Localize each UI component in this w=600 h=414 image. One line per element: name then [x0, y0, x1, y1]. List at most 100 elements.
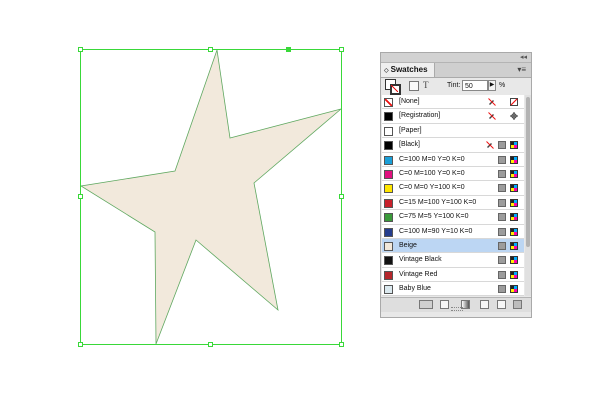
swatch-color-chip — [384, 227, 393, 237]
formatting-container-icon[interactable] — [409, 81, 419, 91]
swatches-panel: ◂◂ ◇ Swatches ▾≡ T Tint: 50 ▶ % [None] [Re… — [380, 52, 532, 318]
no-edit-icon — [488, 98, 496, 106]
swatch-name: [None] — [399, 98, 420, 105]
swatch-name: [Black] — [399, 141, 421, 149]
formatting-text-icon[interactable]: T — [423, 80, 429, 90]
selection-handle-bottom-left[interactable] — [78, 342, 83, 347]
panel-resize-grip[interactable] — [451, 307, 463, 311]
swatch-row[interactable]: [Registration] — [382, 109, 524, 124]
swatch-row[interactable]: Baby Blue — [382, 282, 524, 296]
tint-unit: % — [499, 82, 506, 89]
process-icon — [498, 241, 506, 250]
swatch-row[interactable]: [Black] — [382, 138, 524, 153]
swatch-row[interactable]: C=75 M=5 Y=100 K=0 — [382, 210, 524, 225]
panel-bottom-bar — [381, 297, 531, 312]
star-shape[interactable] — [79, 49, 342, 345]
cmyk-icon — [510, 213, 518, 222]
selection-handle-reference-point[interactable] — [286, 47, 291, 52]
swatch-color-chip — [384, 169, 393, 179]
swatch-row[interactable]: Vintage Red — [382, 268, 524, 283]
tab-toggle-icon[interactable]: ◇ — [384, 68, 389, 74]
swatch-row[interactable]: C=100 M=90 Y=10 K=0 — [382, 225, 524, 239]
none-indicator-icon — [391, 85, 398, 92]
new-swatch-icon[interactable] — [497, 300, 506, 309]
swatch-color-chip — [384, 285, 393, 295]
swatch-color-chip — [384, 270, 393, 280]
no-edit-icon — [488, 112, 496, 121]
swatch-color-chip — [384, 112, 393, 122]
swatch-color-chip — [384, 198, 393, 208]
process-icon — [498, 198, 506, 207]
tint-input[interactable]: 50 — [462, 80, 488, 91]
swatch-color-chip — [384, 141, 393, 151]
scrollbar-thumb[interactable] — [526, 97, 530, 247]
cmyk-icon — [510, 184, 518, 193]
process-icon — [498, 141, 506, 150]
swatch-row[interactable]: C=15 M=100 Y=100 K=0 — [382, 196, 524, 211]
swatch-row[interactable]: [None] — [382, 95, 524, 110]
tab-swatches[interactable]: ◇ Swatches — [381, 63, 435, 77]
show-color-swatches-icon[interactable] — [440, 300, 449, 309]
collapse-panel-icon[interactable]: ◂◂ — [520, 53, 527, 62]
swatch-row[interactable]: C=100 M=0 Y=0 K=0 — [382, 153, 524, 167]
fill-stroke-proxy[interactable] — [385, 79, 403, 95]
swatch-row[interactable]: Vintage Black — [382, 253, 524, 268]
process-icon — [498, 256, 506, 265]
swatch-name: C=100 M=90 Y=10 K=0 — [399, 227, 473, 235]
panel-menu-icon[interactable]: ▾≡ — [517, 64, 526, 76]
cmyk-icon — [510, 241, 518, 250]
swatch-list-scrollbar[interactable] — [525, 95, 531, 296]
cmyk-icon — [510, 270, 518, 279]
swatch-name: Beige — [399, 241, 417, 249]
tint-slider-arrow-icon[interactable]: ▶ — [488, 80, 496, 91]
tab-swatches-label: Swatches — [390, 65, 428, 74]
swatch-name: C=0 M=100 Y=0 K=0 — [399, 169, 465, 177]
cmyk-icon — [510, 285, 518, 294]
registration-icon — [510, 112, 518, 121]
tint-label: Tint: — [447, 82, 461, 89]
swatch-list[interactable]: [None] [Registration] [Paper] [Black] C=100 … — [382, 95, 524, 296]
selection-handle-top[interactable] — [208, 47, 213, 52]
swatch-name: C=75 M=5 Y=100 K=0 — [399, 213, 469, 221]
process-icon — [498, 213, 506, 222]
swatch-name: [Registration] — [399, 112, 441, 120]
swatch-color-chip — [384, 213, 393, 223]
swatch-row[interactable]: C=0 M=0 Y=100 K=0 — [382, 181, 524, 196]
swatch-color-chip — [384, 241, 393, 251]
swatch-name: [Paper] — [399, 126, 422, 134]
selection-handle-bottom-right[interactable] — [339, 342, 344, 347]
panel-tab-row: ◇ Swatches ▾≡ — [381, 63, 531, 78]
swatch-name: C=100 M=0 Y=0 K=0 — [399, 155, 465, 163]
process-icon — [498, 285, 506, 294]
selection-handle-top-left[interactable] — [78, 47, 83, 52]
swatch-name: Vintage Black — [399, 256, 442, 264]
selection-handle-right[interactable] — [339, 194, 344, 199]
cmyk-icon — [510, 227, 518, 236]
process-icon — [498, 270, 506, 279]
no-edit-icon — [486, 141, 494, 150]
panel-title-bar[interactable]: ◂◂ — [381, 53, 531, 63]
process-icon — [498, 227, 506, 236]
swatch-name: Baby Blue — [399, 285, 431, 293]
swatch-row[interactable]: [Paper] — [382, 124, 524, 139]
selection-handle-bottom[interactable] — [208, 342, 213, 347]
delete-swatch-icon[interactable] — [513, 300, 522, 309]
cmyk-icon — [510, 155, 518, 164]
process-icon — [498, 184, 506, 193]
panel-toolbar: T Tint: 50 ▶ % — [381, 78, 531, 96]
swatch-color-chip — [384, 126, 393, 136]
cmyk-icon — [510, 256, 518, 265]
show-all-swatches-icon[interactable] — [419, 300, 433, 309]
new-color-group-icon[interactable] — [480, 300, 489, 309]
swatch-name: C=15 M=100 Y=100 K=0 — [399, 198, 477, 206]
swatch-row[interactable]: Beige — [382, 238, 524, 254]
selection-handle-top-right[interactable] — [339, 47, 344, 52]
swatch-row[interactable]: C=0 M=100 Y=0 K=0 — [382, 167, 524, 182]
swatch-color-chip — [384, 155, 393, 165]
cmyk-icon — [510, 198, 518, 207]
process-icon — [498, 155, 506, 164]
swatch-color-chip — [384, 184, 393, 194]
selection-handle-left[interactable] — [78, 194, 83, 199]
cmyk-icon — [510, 141, 518, 150]
swatch-color-chip — [384, 256, 393, 266]
